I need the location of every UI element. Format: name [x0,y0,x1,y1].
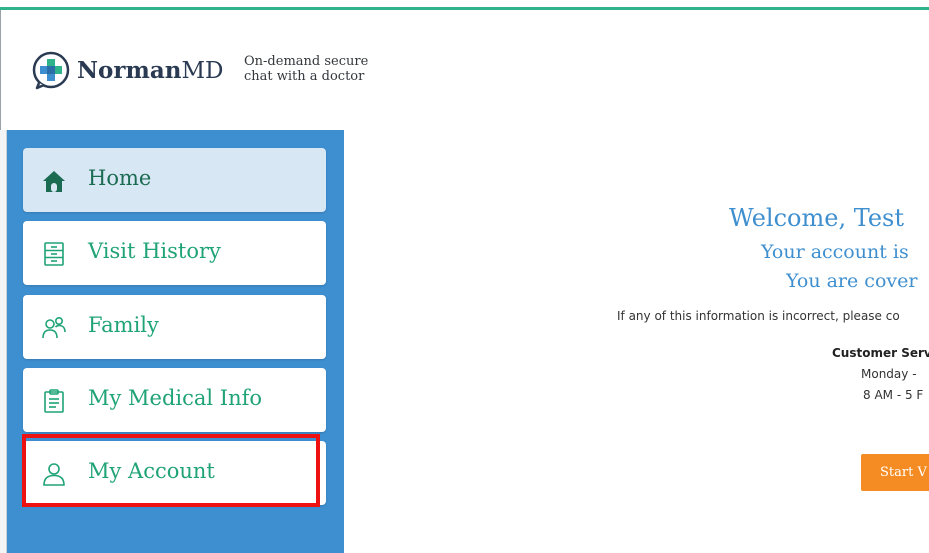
sidebar-item-label: Home [88,166,152,190]
sidebar-item-my-account[interactable]: My Account [23,441,326,505]
family-icon [41,315,67,341]
logo-icon [32,51,70,90]
user-icon [41,461,67,487]
sidebar: Home Visit History Family My Medical Inf… [7,130,344,553]
normanmd-logo[interactable]: NormanMD [31,50,223,90]
sidebar-item-label: Visit History [88,239,221,263]
logo-wordmark: NormanMD [77,56,224,84]
top-accent-bar [0,0,929,10]
coverage-status-line: You are cover [786,270,918,292]
account-status-line: Your account is [761,241,909,263]
app-header: NormanMD On-demand secure chat with a do… [0,10,929,130]
sidebar-item-label: My Account [88,459,215,483]
sidebar-item-label: Family [88,313,159,337]
sidebar-item-my-medical-info[interactable]: My Medical Info [23,368,326,432]
main-content: Welcome, Test Your account is You are co… [344,130,929,553]
sidebar-left-edge [0,130,7,553]
sidebar-item-home[interactable]: Home [23,148,326,212]
tagline: On-demand secure chat with a doctor [244,54,368,84]
customer-service-title: Customer Serv [832,346,929,360]
welcome-heading: Welcome, Test [729,204,905,232]
info-correction-text: If any of this information is incorrect,… [617,309,900,323]
home-icon [41,168,67,194]
start-visit-button[interactable]: Start V [861,454,929,491]
filing-cabinet-icon [41,241,67,267]
sidebar-item-label: My Medical Info [88,386,263,410]
customer-service-days: Monday - [861,367,917,381]
tagline-line-2: chat with a doctor [244,69,365,84]
sidebar-item-family[interactable]: Family [23,295,326,359]
tagline-line-1: On-demand secure [244,54,369,69]
clipboard-icon [41,388,67,414]
sidebar-item-visit-history[interactable]: Visit History [23,221,326,285]
customer-service-hours: 8 AM - 5 F [863,388,924,402]
